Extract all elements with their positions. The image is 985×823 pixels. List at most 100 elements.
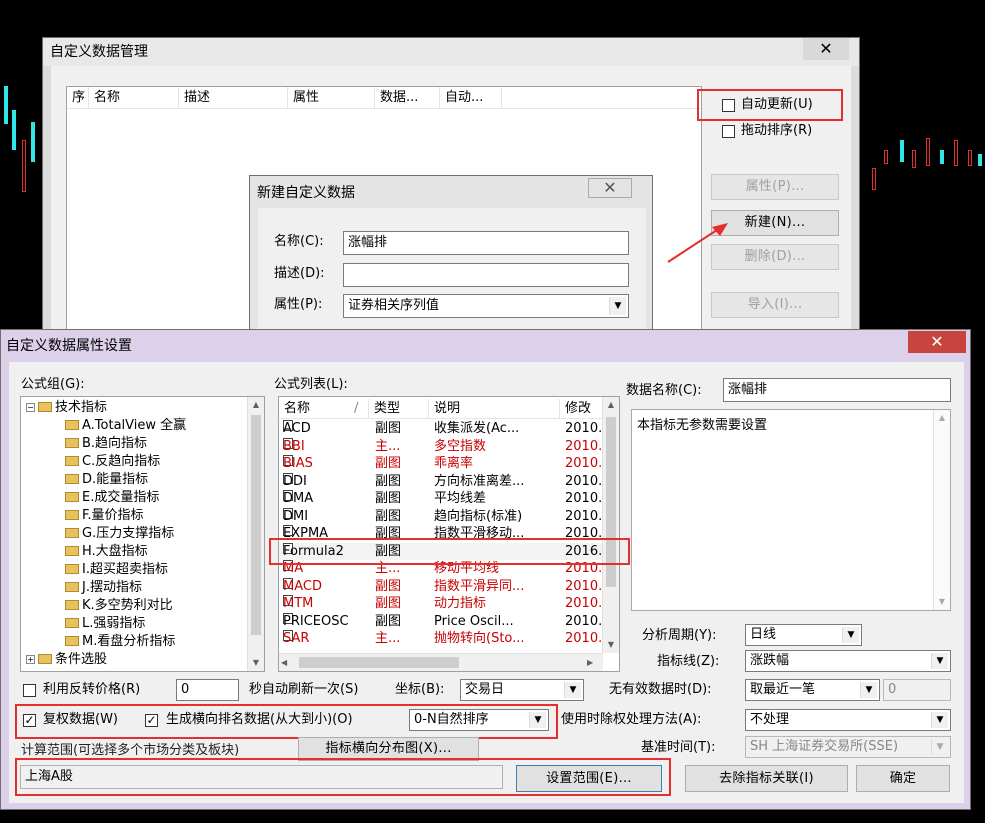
table-row[interactable]: PRICEOSC 副图 Price Oscil... 2010. <box>279 612 603 631</box>
col-data[interactable]: 数据... <box>375 87 440 109</box>
col-auto[interactable]: 自动... <box>440 87 502 109</box>
col-attr[interactable]: 属性 <box>288 87 375 109</box>
table-row[interactable]: DMI 副图 趋向指标(标准) 2010. <box>279 507 603 526</box>
formula-mod: 2010. <box>565 631 603 646</box>
formula-mod: 2010. <box>565 508 603 524</box>
table-row[interactable]: BIAS 副图 乖离率 2010. <box>279 455 603 473</box>
col-type[interactable]: 类型 <box>369 399 429 419</box>
tree-scrollbar[interactable]: ▲ ▼ <box>247 397 264 671</box>
tree-item[interactable]: D.能量指标 <box>65 471 148 489</box>
tree-root[interactable]: − 技术指标 <box>26 399 107 417</box>
formula-list-vscrollbar[interactable]: ▲ ▼ <box>602 397 619 653</box>
use-reverse-checkbox[interactable] <box>23 684 36 697</box>
invalid-num-field[interactable]: 0 <box>883 679 951 701</box>
dialog-title: 自定义数据属性设置 <box>1 330 970 360</box>
properties-button[interactable]: 属性(P)... <box>711 174 839 200</box>
drag-sort-label: 拖动排序(R) <box>741 123 813 138</box>
formula-group-tree[interactable]: − 技术指标 A.TotalView 全赢 B.趋向指标 C.反趋向指标 D.能量… <box>20 396 265 672</box>
indicator-line-select[interactable]: 涨跌幅 ▼ <box>745 650 951 672</box>
table-row[interactable]: MTM 副图 动力指标 2010. <box>279 595 603 613</box>
col-desc[interactable]: 说明 <box>429 399 560 419</box>
scroll-down-icon[interactable]: ▼ <box>934 594 950 610</box>
close-icon: ✕ <box>819 39 833 58</box>
scroll-down-icon[interactable]: ▼ <box>248 655 264 671</box>
data-name-field[interactable]: 涨幅排 <box>723 378 951 402</box>
candle <box>954 140 958 166</box>
exright-select[interactable]: 不处理 ▼ <box>745 709 951 731</box>
col-name-label: 名称 <box>284 401 311 416</box>
tree-item[interactable]: E.成交量指标 <box>65 489 159 507</box>
col-mod[interactable]: 修改 <box>560 399 603 419</box>
param-area: 本指标无参数需要设置 ▲ ▼ <box>631 409 951 611</box>
table-row[interactable]: SAR 主... 抛物转向(Sto... 2010. <box>279 630 603 648</box>
table-row[interactable]: ACD 副图 收集派发(Ac... 2010. <box>279 420 603 438</box>
tree-item[interactable]: F.量价指标 <box>65 507 144 525</box>
tree-item[interactable]: A.TotalView 全赢 <box>65 417 186 435</box>
tree-item[interactable]: H.大盘指标 <box>65 543 148 561</box>
formula-list[interactable]: 名称 / 类型 说明 修改 ACD 副图 收集派发(Ac... 2010. BBI 主..… <box>278 396 620 672</box>
table-row[interactable]: DMA 副图 平均线差 2010. <box>279 490 603 508</box>
tree-item[interactable]: C.反趋向指标 <box>65 453 160 471</box>
close-button[interactable]: ✕ <box>803 38 849 60</box>
param-scrollbar[interactable]: ▲ ▼ <box>933 410 950 610</box>
data-name-label: 数据名称(C): <box>626 383 702 398</box>
col-index[interactable]: 序 <box>67 87 89 109</box>
expand-icon[interactable]: + <box>26 655 35 664</box>
close-icon: ✕ <box>930 332 944 351</box>
scroll-thumb[interactable] <box>299 657 459 668</box>
chevron-down-icon: ▼ <box>609 297 626 315</box>
chevron-down-icon: ▼ <box>842 627 859 643</box>
table-row[interactable]: MACD 副图 指数平滑异同... 2010. <box>279 577 603 596</box>
tree-item-condition[interactable]: + 条件选股 <box>26 651 107 669</box>
tree-item-label: L.强弱指标 <box>82 616 146 631</box>
scroll-right-icon[interactable]: ▶ <box>587 654 599 671</box>
formula-list-hscrollbar[interactable]: ◀ ▶ <box>279 653 603 671</box>
import-button[interactable]: 导入(I)... <box>711 292 839 318</box>
collapse-icon[interactable]: − <box>26 403 35 412</box>
folder-icon <box>65 528 79 538</box>
highlight-box <box>697 89 843 121</box>
refresh-seconds-field[interactable]: 0 <box>176 679 239 701</box>
coord-select[interactable]: 交易日 ▼ <box>460 679 584 701</box>
scroll-down-icon[interactable]: ▼ <box>603 637 619 653</box>
indicator-line-label: 指标线(Z): <box>657 654 720 669</box>
indicator-line-value: 涨跌幅 <box>750 653 790 668</box>
formula-mod: 2010. <box>565 473 603 489</box>
formula-desc: 趋向指标(标准) <box>434 508 523 524</box>
ok-button[interactable]: 确定 <box>856 765 950 792</box>
scroll-up-icon[interactable]: ▲ <box>603 397 619 413</box>
remove-association-button[interactable]: 去除指标关联(I) <box>685 765 848 792</box>
name-field[interactable]: 涨幅排 <box>343 231 629 255</box>
period-select[interactable]: 日线 ▼ <box>745 624 862 646</box>
tree-item[interactable]: K.多空势利对比 <box>65 597 173 615</box>
formula-mod: 2010. <box>565 578 603 594</box>
tree-item[interactable]: J.摆动指标 <box>65 579 142 597</box>
scroll-up-icon[interactable]: ▲ <box>934 410 950 426</box>
folder-icon <box>65 456 79 466</box>
base-time-select[interactable]: SH 上海证券交易所(SSE) ▼ <box>745 736 951 758</box>
scroll-left-icon[interactable]: ◀ <box>281 654 295 671</box>
tree-item[interactable]: B.趋向指标 <box>65 435 147 453</box>
scroll-thumb[interactable] <box>251 415 261 635</box>
col-name[interactable]: 名称 / <box>279 399 369 419</box>
scroll-up-icon[interactable]: ▲ <box>248 397 264 413</box>
invalid-time-label: 无有效数据时(D): <box>609 682 712 697</box>
attr-select[interactable]: 证券相关序列值 ▼ <box>343 294 629 318</box>
table-row[interactable]: DDI 副图 方向标准离差... 2010. <box>279 472 603 491</box>
folder-icon <box>65 492 79 502</box>
col-name[interactable]: 名称 <box>89 87 179 109</box>
tree-item[interactable]: I.超买超卖指标 <box>65 561 168 579</box>
tree-item[interactable]: G.压力支撑指标 <box>65 525 174 543</box>
close-button[interactable]: ✕ <box>908 331 966 353</box>
tree-item[interactable]: L.强弱指标 <box>65 615 145 633</box>
tree-item-label: F.量价指标 <box>82 508 144 523</box>
invalid-select[interactable]: 取最近一笔 ▼ <box>745 679 880 701</box>
tree-item[interactable]: M.看盘分析指标 <box>65 633 175 651</box>
chevron-down-icon: ▼ <box>931 653 948 669</box>
formula-name-text: PRICEOSC <box>283 613 349 629</box>
col-desc[interactable]: 描述 <box>179 87 288 109</box>
close-button[interactable]: ✕ <box>588 178 632 198</box>
table-row[interactable]: BBI 主... 多空指数 2010. <box>279 437 603 456</box>
drag-sort-checkbox[interactable] <box>722 125 735 138</box>
desc-field[interactable] <box>343 263 629 287</box>
